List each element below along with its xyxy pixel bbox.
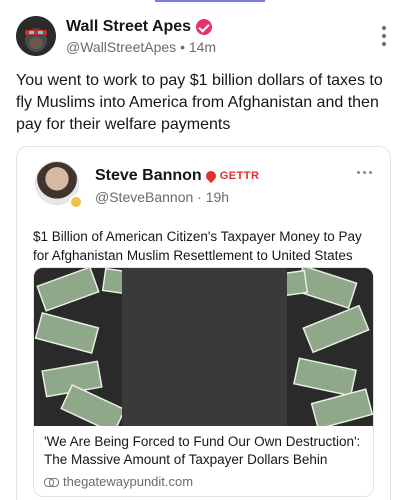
quoted-author-name[interactable]: Steve Bannon xyxy=(95,167,202,185)
link-preview-title[interactable]: 'We Are Being Forced to Fund Our Own Des… xyxy=(44,433,364,469)
author-name[interactable]: Wall Street Apes xyxy=(66,18,191,36)
article-photo xyxy=(34,268,373,426)
influencer-badge-icon xyxy=(69,195,83,209)
active-tab-indicator xyxy=(155,0,265,2)
kebab-menu-icon[interactable] xyxy=(377,26,391,46)
more-dots-icon[interactable] xyxy=(357,171,372,174)
link-preview-card[interactable]: 'We Are Being Forced to Fund Our Own Des… xyxy=(33,267,374,497)
post-body-text: You went to work to pay $1 billion dolla… xyxy=(16,72,383,133)
quoted-author-handle-time: @SteveBannon · 19h xyxy=(95,189,230,205)
quoted-post-card[interactable]: Steve Bannon GETTR @SteveBannon · 19h $1… xyxy=(16,146,391,500)
gettr-logo-icon xyxy=(203,168,218,184)
post-header: Wall Street Apes @WallStreetApes • 14m xyxy=(16,14,391,62)
link-preview-domain[interactable]: thegatewaypundit.com xyxy=(63,474,193,489)
quoted-post-text: $1 Billion of American Citizen's Taxpaye… xyxy=(33,229,362,263)
verified-check-icon xyxy=(196,19,213,35)
platform-badge: GETTR xyxy=(219,170,260,182)
author-avatar[interactable] xyxy=(16,16,56,56)
author-handle-time: @WallStreetApes • 14m xyxy=(66,39,217,55)
link-icon xyxy=(44,477,59,487)
gorilla-avatar-icon xyxy=(16,16,56,56)
